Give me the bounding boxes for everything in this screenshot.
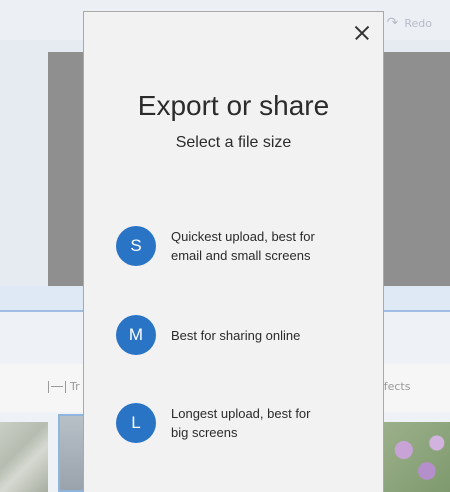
- trim-label[interactable]: Tr: [70, 380, 80, 393]
- redo-icon: ↷: [386, 15, 399, 31]
- storyboard-thumbnail[interactable]: [384, 422, 450, 492]
- option-description: Quickest upload, best for email and smal…: [171, 229, 315, 263]
- export-dialog: Export or share Select a file size S Qui…: [83, 11, 384, 492]
- close-button[interactable]: [351, 22, 373, 44]
- size-badge: S: [116, 226, 156, 266]
- dialog-subtitle: Select a file size: [175, 134, 292, 151]
- redo-label: Redo: [404, 16, 432, 30]
- file-size-option-large[interactable]: L Longest upload, best for big screens: [116, 403, 366, 443]
- redo-button[interactable]: ↷ Redo: [387, 16, 432, 30]
- dialog-title: Export or share: [137, 90, 330, 121]
- option-description: Longest upload, best for big screens: [171, 406, 311, 440]
- size-badge: L: [116, 403, 156, 443]
- storyboard-thumbnail[interactable]: [0, 422, 48, 492]
- trim-icon: [48, 381, 66, 393]
- file-size-option-small[interactable]: S Quickest upload, best for email and sm…: [116, 226, 366, 266]
- effects-label[interactable]: ffects: [380, 380, 410, 393]
- size-badge: M: [116, 315, 156, 355]
- file-size-option-medium[interactable]: M Best for sharing online: [116, 315, 366, 355]
- option-description: Best for sharing online: [171, 327, 301, 343]
